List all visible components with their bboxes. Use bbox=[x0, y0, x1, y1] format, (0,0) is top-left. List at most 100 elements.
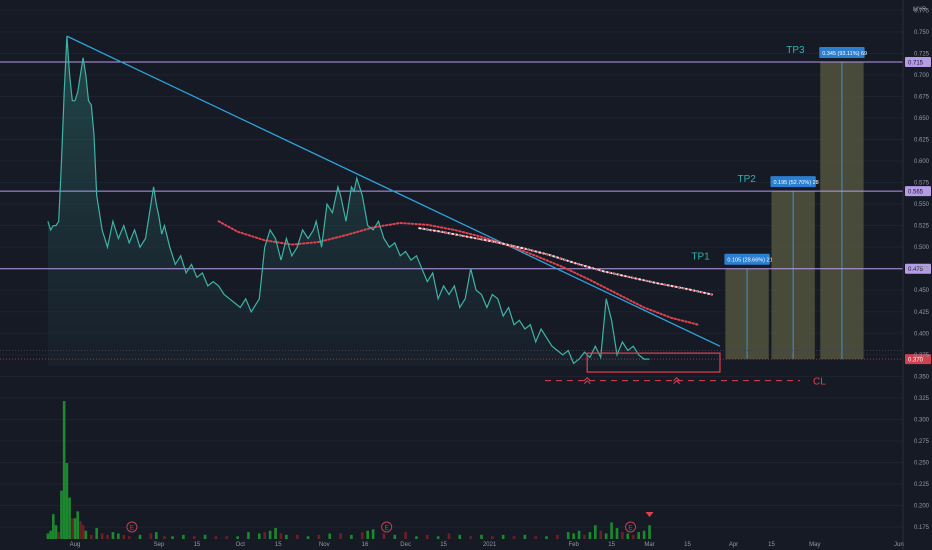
target-box-label: 0.345 (93.11%) 69 bbox=[822, 51, 867, 57]
volume-bar bbox=[366, 530, 369, 539]
cut-loss-label: CL bbox=[813, 377, 826, 388]
volume-bar bbox=[512, 536, 516, 539]
volume-bar bbox=[480, 534, 483, 539]
volume-bar bbox=[84, 530, 88, 539]
volume-bar bbox=[62, 401, 66, 539]
volume-bar bbox=[447, 533, 451, 539]
volume-bar bbox=[52, 514, 55, 539]
volume-bar bbox=[572, 533, 575, 539]
volume-bar bbox=[328, 533, 332, 539]
volume-bar bbox=[306, 536, 310, 539]
volume-bar bbox=[49, 530, 52, 539]
volume-bar bbox=[458, 534, 462, 539]
volume-bar bbox=[192, 536, 196, 539]
time-tick-label: 2021 bbox=[483, 542, 497, 548]
volume-bar bbox=[182, 534, 185, 539]
volume-bar bbox=[203, 534, 207, 539]
time-tick-label: 15 bbox=[608, 542, 615, 548]
event-marker-label: E bbox=[628, 525, 633, 532]
volume-bar bbox=[626, 533, 630, 539]
volume-bar bbox=[155, 532, 158, 539]
volume-bar bbox=[594, 525, 597, 539]
target-level-price: 0.715 bbox=[908, 60, 924, 66]
volume-bar bbox=[60, 490, 63, 539]
volume-bar bbox=[545, 536, 548, 539]
price-tick-label: 0.175 bbox=[914, 525, 930, 531]
volume-bar bbox=[46, 533, 50, 539]
price-tick-label: 0.375 bbox=[914, 353, 930, 359]
volume-bar bbox=[163, 536, 166, 539]
price-tick-label: 0.725 bbox=[914, 51, 930, 57]
volume-bar bbox=[257, 533, 261, 539]
price-tick-label: 0.350 bbox=[914, 374, 930, 380]
volume-bar bbox=[556, 534, 559, 539]
volume-bar bbox=[70, 518, 74, 539]
volume-bar bbox=[106, 534, 109, 539]
volume-bar bbox=[382, 533, 386, 539]
volume-bar bbox=[122, 534, 126, 539]
time-tick-label: 16 bbox=[362, 542, 369, 548]
price-tick-label: 0.450 bbox=[914, 288, 930, 294]
volume-bar bbox=[523, 534, 527, 539]
volume-bar bbox=[426, 534, 429, 539]
volume-bar bbox=[57, 532, 61, 539]
time-tick-label: Mar bbox=[644, 542, 654, 548]
target-name: TP2 bbox=[737, 174, 756, 185]
volume-bar bbox=[149, 533, 153, 539]
volume-bar bbox=[279, 533, 283, 539]
volume-bar bbox=[583, 534, 586, 539]
volume-bar bbox=[65, 463, 69, 539]
time-tick-label: May bbox=[809, 542, 820, 548]
volume-bar bbox=[404, 532, 407, 539]
event-marker-label: E bbox=[384, 525, 389, 532]
volume-bar bbox=[371, 529, 375, 539]
price-tick-label: 0.700 bbox=[914, 73, 930, 79]
volume-bar bbox=[534, 536, 537, 539]
volume-bar bbox=[317, 534, 321, 539]
price-chart[interactable]: 0.105 (28.66%) 21 0.195 (52.70%) 28 0.345 … bbox=[0, 0, 932, 550]
volume-bar bbox=[263, 532, 266, 539]
time-tick-label: Jun bbox=[894, 542, 904, 548]
target-name: TP3 bbox=[786, 45, 805, 56]
time-tick-label: Apr bbox=[729, 542, 738, 548]
time-tick-label: Dec bbox=[400, 542, 411, 548]
time-tick-label: 15 bbox=[768, 542, 775, 548]
volume-bar bbox=[274, 527, 277, 539]
volume-bar bbox=[171, 536, 174, 539]
price-tick-label: 0.475 bbox=[914, 267, 930, 273]
volume-bar bbox=[236, 536, 239, 539]
volume-bar bbox=[79, 521, 82, 539]
price-tick-label: 0.425 bbox=[914, 310, 930, 316]
price-tick-label: 0.300 bbox=[914, 417, 930, 423]
volume-bar bbox=[648, 525, 651, 539]
price-tick-label: 0.275 bbox=[914, 439, 930, 445]
volume-bar bbox=[350, 534, 353, 539]
price-tick-label: 0.400 bbox=[914, 331, 930, 337]
target-name: TP1 bbox=[691, 252, 710, 263]
time-tick-label: Aug bbox=[70, 542, 81, 548]
price-tick-label: 0.650 bbox=[914, 116, 930, 122]
volume-bar bbox=[95, 527, 98, 539]
price-tick-label: 0.775 bbox=[914, 8, 930, 14]
price-tick-label: 0.325 bbox=[914, 396, 930, 402]
volume-bar bbox=[501, 534, 505, 539]
volume-bar bbox=[566, 532, 570, 539]
volume-bar bbox=[491, 536, 494, 539]
time-tick-label: 15 bbox=[440, 542, 447, 548]
volume-bar bbox=[577, 530, 581, 539]
volume-bar bbox=[642, 530, 646, 539]
volume-bar bbox=[631, 534, 635, 539]
volume-bar bbox=[247, 532, 250, 539]
volume-bar bbox=[225, 536, 229, 539]
volume-bar bbox=[73, 518, 77, 539]
event-marker-label: E bbox=[130, 525, 135, 532]
volume-bar bbox=[100, 533, 104, 539]
volume-bar bbox=[214, 536, 218, 539]
time-tick-label: Oct bbox=[236, 542, 246, 548]
target-box-label: 0.105 (28.66%) 21 bbox=[727, 258, 772, 264]
price-tick-label: 0.675 bbox=[914, 94, 930, 100]
price-tick-label: 0.225 bbox=[914, 482, 930, 488]
volume-bar bbox=[268, 530, 272, 539]
price-tick-label: 0.625 bbox=[914, 138, 930, 144]
price-tick-label: 0.600 bbox=[914, 159, 930, 165]
